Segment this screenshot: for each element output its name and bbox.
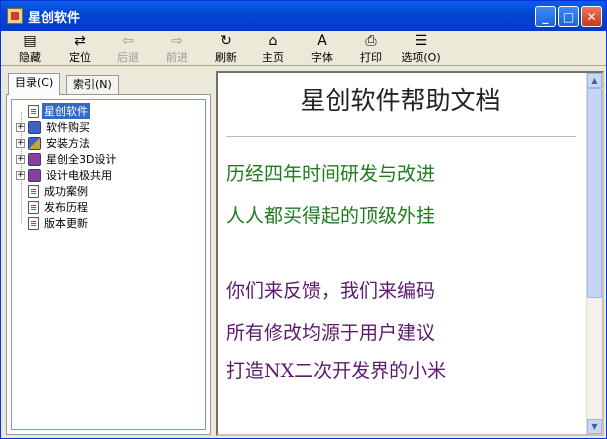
- print-button[interactable]: ⎙ 打印: [350, 33, 392, 64]
- locate-label: 定位: [69, 51, 91, 64]
- title-divider: [226, 136, 576, 137]
- contents-tree[interactable]: 星创软件 + 软件购买 + 安装方法 + 星创全3D设计 + 设计电极共用 成功…: [11, 99, 206, 430]
- tree-item[interactable]: + 星创全3D设计: [16, 151, 118, 167]
- tree-item[interactable]: 发布历程: [16, 199, 90, 215]
- home-icon: ⌂: [268, 33, 278, 49]
- expand-icon[interactable]: +: [16, 138, 25, 148]
- page-icon: [28, 104, 39, 118]
- tab-contents[interactable]: 目录(C): [8, 73, 61, 95]
- book-icon: [28, 120, 41, 134]
- locate-icon: ⇄: [74, 33, 86, 49]
- hide-button[interactable]: ▤ 隐藏: [9, 33, 51, 64]
- book-icon: [28, 168, 41, 182]
- tree-item[interactable]: 版本更新: [16, 215, 90, 231]
- tree-item[interactable]: + 设计电极共用: [16, 167, 114, 183]
- home-button[interactable]: ⌂ 主页: [252, 33, 294, 64]
- page-icon: [28, 216, 39, 230]
- scroll-up-icon: ▲: [591, 76, 598, 85]
- tree-item-label: 星创软件: [42, 103, 90, 119]
- tree-item-label: 发布历程: [44, 201, 88, 214]
- font-label: 字体: [311, 51, 333, 64]
- minimize-button[interactable]: _: [535, 6, 556, 27]
- tree-item-label: 成功案例: [44, 185, 88, 198]
- tree-item[interactable]: 成功案例: [16, 183, 90, 199]
- maximize-button[interactable]: □: [558, 6, 579, 27]
- expand-icon[interactable]: +: [16, 122, 25, 132]
- book-icon: [28, 152, 41, 166]
- content-pane: 星创软件帮助文档 历经四年时间研发与改进 人人都买得起的顶级外挂 你们来反馈，我…: [216, 71, 604, 436]
- tree-item-label: 设计电极共用: [46, 169, 112, 182]
- back-button[interactable]: ⇦ 后退: [107, 33, 149, 64]
- tree-item[interactable]: + 安装方法: [16, 135, 92, 151]
- refresh-label: 刷新: [215, 51, 237, 64]
- locate-button[interactable]: ⇄ 定位: [59, 33, 101, 64]
- tree-item[interactable]: + 软件购买: [16, 119, 92, 135]
- font-icon: A: [317, 33, 327, 49]
- forward-button[interactable]: ⇨ 前进: [156, 33, 198, 64]
- title-bar[interactable]: 星创软件 _ □ ✕: [1, 1, 606, 31]
- nav-tabs: 目录(C) 索引(N): [6, 73, 211, 95]
- refresh-icon: ↻: [220, 33, 232, 49]
- font-button[interactable]: A 字体: [301, 33, 343, 64]
- toolbar: ▤ 隐藏 ⇄ 定位 ⇦ 后退 ⇨ 前进 ↻ 刷新 ⌂ 主页 A 字体 ⎙ 打印: [1, 31, 606, 66]
- close-button[interactable]: ✕: [581, 6, 602, 27]
- tree-item-label: 星创全3D设计: [46, 153, 117, 166]
- tree-item-label: 版本更新: [44, 217, 88, 230]
- document-title: 星创软件帮助文档: [300, 86, 501, 115]
- refresh-button[interactable]: ↻ 刷新: [205, 33, 247, 64]
- app-icon: [7, 8, 23, 24]
- home-label: 主页: [262, 51, 284, 64]
- tab-panel: 星创软件 + 软件购买 + 安装方法 + 星创全3D设计 + 设计电极共用 成功…: [6, 94, 211, 435]
- scroll-down-button[interactable]: ▼: [587, 419, 602, 434]
- window-title: 星创软件: [28, 10, 81, 26]
- content-line: 打造NX二次开发界的小米: [226, 360, 447, 382]
- scroll-down-icon: ▼: [591, 422, 598, 431]
- print-label: 打印: [360, 51, 382, 64]
- scroll-thumb[interactable]: [587, 88, 602, 298]
- minimize-icon: _: [542, 9, 549, 24]
- tree-item-label: 软件购买: [46, 121, 90, 134]
- help-window: 星创软件 _ □ ✕ ▤ 隐藏 ⇄ 定位 ⇦ 后退 ⇨ 前进 ↻ 刷新 ⌂ 主页: [0, 0, 607, 439]
- tab-index[interactable]: 索引(N): [66, 75, 119, 94]
- close-icon: ✕: [586, 9, 597, 24]
- navigation-pane: 目录(C) 索引(N) 星创软件 + 软件购买 + 安装方法 + 星创全3D设计…: [6, 73, 211, 435]
- hide-icon: ▤: [23, 33, 37, 49]
- forward-arrow-icon: ⇨: [171, 33, 183, 49]
- hide-label: 隐藏: [19, 51, 41, 64]
- content-line: 你们来反馈，我们来编码: [226, 280, 436, 302]
- back-arrow-icon: ⇦: [122, 33, 134, 49]
- page-icon: [28, 184, 39, 198]
- tree-item-label: 安装方法: [46, 137, 90, 150]
- vertical-scrollbar[interactable]: ▲ ▼: [586, 73, 602, 434]
- expand-icon[interactable]: +: [16, 154, 25, 164]
- content-line: 人人都买得起的顶级外挂: [226, 205, 436, 227]
- forward-label: 前进: [166, 51, 188, 64]
- maximize-icon: □: [562, 9, 575, 24]
- content-line: 所有修改均源于用户建议: [226, 322, 436, 344]
- page-icon: [28, 200, 39, 214]
- back-label: 后退: [117, 51, 139, 64]
- print-icon: ⎙: [365, 33, 377, 49]
- book-icon: [28, 136, 41, 150]
- options-button[interactable]: ☰ 选项(O): [397, 33, 445, 64]
- options-icon: ☰: [414, 33, 428, 49]
- expand-icon[interactable]: +: [16, 170, 25, 180]
- scroll-up-button[interactable]: ▲: [587, 73, 602, 88]
- content-line: 历经四年时间研发与改进: [226, 163, 436, 185]
- options-label: 选项(O): [401, 51, 441, 64]
- tree-item[interactable]: 星创软件: [16, 103, 90, 119]
